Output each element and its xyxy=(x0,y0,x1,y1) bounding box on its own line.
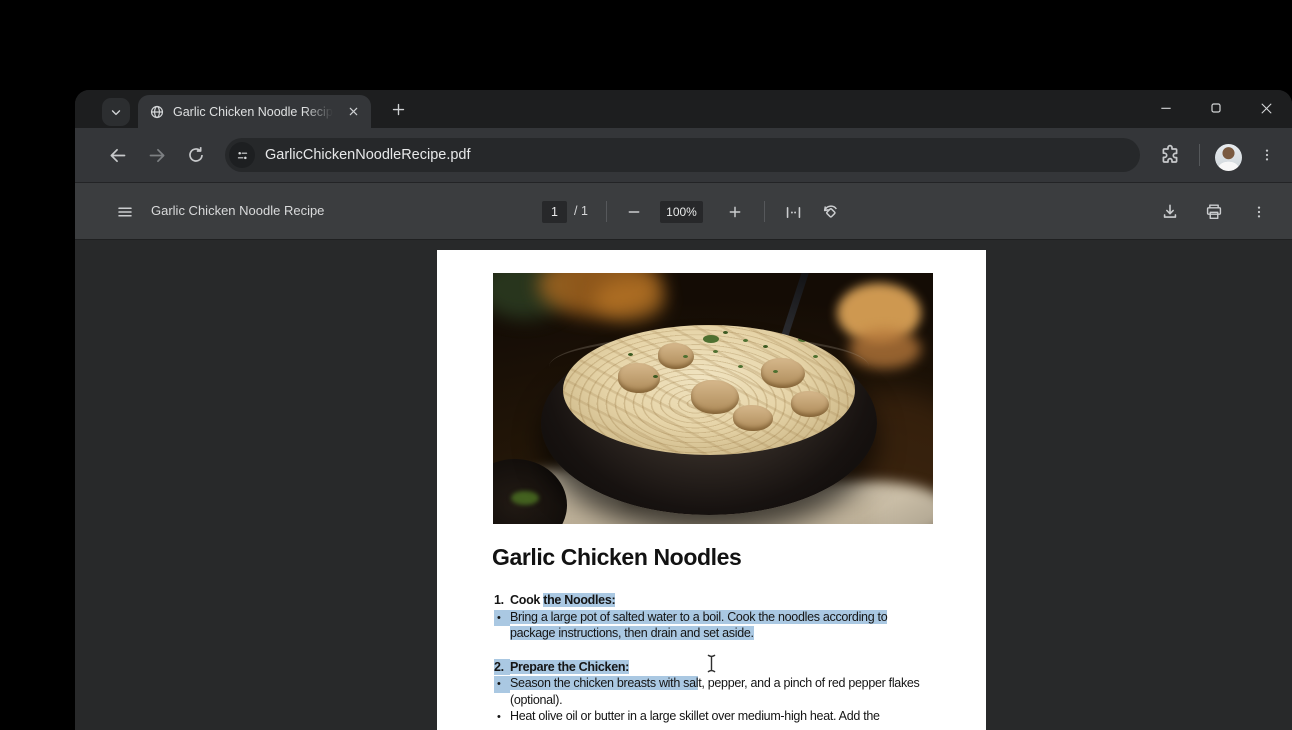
forward-button[interactable] xyxy=(145,143,169,167)
chevron-down-icon xyxy=(109,105,123,119)
document-line[interactable]: package instructions, then drain and set… xyxy=(494,625,920,642)
download-icon xyxy=(1160,202,1180,222)
new-tab-button[interactable] xyxy=(385,96,412,123)
browser-toolbar: GarlicChickenNoodleRecipe.pdf xyxy=(75,128,1292,182)
document-line[interactable]: (optional). xyxy=(494,692,920,709)
document-line[interactable]: •Season the chicken breasts with salt, p… xyxy=(494,675,920,692)
puzzle-extension-icon xyxy=(1158,143,1182,167)
address-bar[interactable]: GarlicChickenNoodleRecipe.pdf xyxy=(225,138,1140,172)
document-line[interactable]: •Bring a large pot of salted water to a … xyxy=(494,609,920,626)
zoom-in-button[interactable] xyxy=(723,200,747,224)
browser-window: Garlic Chicken Noodle Recipe xyxy=(75,90,1292,730)
maximize-icon xyxy=(1208,100,1224,116)
back-button[interactable] xyxy=(105,143,129,167)
pdf-toolbar-divider xyxy=(764,201,765,222)
minus-icon xyxy=(626,204,642,220)
kebab-menu-icon xyxy=(1259,147,1275,163)
pdf-toolbar-divider xyxy=(606,201,607,222)
tab-title: Garlic Chicken Noodle Recipe xyxy=(173,105,333,119)
page-total-label: / 1 xyxy=(574,183,588,239)
plus-icon xyxy=(391,102,406,117)
fit-width-icon xyxy=(784,203,803,222)
rotate-button[interactable] xyxy=(818,200,842,224)
document-line[interactable]: 1.Cook the Noodles: xyxy=(494,592,920,609)
print-icon xyxy=(1204,202,1224,222)
close-icon xyxy=(1259,101,1274,116)
print-button[interactable] xyxy=(1202,200,1226,224)
arrow-right-icon xyxy=(147,145,168,166)
zoom-out-button[interactable] xyxy=(622,200,646,224)
globe-favicon-icon xyxy=(149,104,165,120)
reload-icon xyxy=(186,145,206,165)
extensions-button[interactable] xyxy=(1158,143,1182,167)
tab-garlic-chicken-noodle-recipe[interactable]: Garlic Chicken Noodle Recipe xyxy=(138,95,371,128)
recipe-photo xyxy=(493,273,933,524)
pdf-menu-button[interactable] xyxy=(113,200,137,224)
browser-menu-button[interactable] xyxy=(1255,143,1279,167)
site-settings-button[interactable] xyxy=(229,142,255,168)
pdf-document-title: Garlic Chicken Noodle Recipe xyxy=(151,183,324,239)
tune-sliders-icon xyxy=(235,148,250,163)
tab-search-button[interactable] xyxy=(102,98,130,126)
pdf-toolbar: Garlic Chicken Noodle Recipe 1 / 1 100% xyxy=(75,182,1292,240)
reload-button[interactable] xyxy=(184,143,208,167)
recipe-title[interactable]: Garlic Chicken Noodles xyxy=(492,544,741,571)
download-button[interactable] xyxy=(1158,200,1182,224)
zoom-level-value[interactable]: 100% xyxy=(660,201,703,223)
pdf-page: Garlic Chicken Noodles 1.Cook the Noodle… xyxy=(437,250,986,730)
hamburger-menu-icon xyxy=(116,203,134,221)
url-text: GarlicChickenNoodleRecipe.pdf xyxy=(265,147,471,163)
pdf-more-options-button[interactable] xyxy=(1247,200,1271,224)
fit-to-width-button[interactable] xyxy=(781,200,805,224)
pdf-viewer-area: Garlic Chicken Noodles 1.Cook the Noodle… xyxy=(75,240,1292,730)
window-maximize-button[interactable] xyxy=(1201,93,1231,123)
text-ibeam-cursor xyxy=(705,654,718,673)
minimize-icon xyxy=(1158,100,1174,116)
rotate-counterclockwise-icon xyxy=(820,202,840,222)
toolbar-separator xyxy=(1199,144,1200,166)
arrow-left-icon xyxy=(107,145,128,166)
tab-close-icon[interactable] xyxy=(344,103,362,121)
document-line[interactable]: •Heat olive oil or butter in a large ski… xyxy=(494,708,920,725)
kebab-menu-icon xyxy=(1251,204,1267,220)
page-number-input[interactable]: 1 xyxy=(542,201,567,223)
tab-strip: Garlic Chicken Noodle Recipe xyxy=(75,90,1292,128)
window-close-button[interactable] xyxy=(1251,93,1281,123)
plus-icon xyxy=(727,204,743,220)
profile-avatar[interactable] xyxy=(1215,144,1242,171)
window-minimize-button[interactable] xyxy=(1151,93,1181,123)
